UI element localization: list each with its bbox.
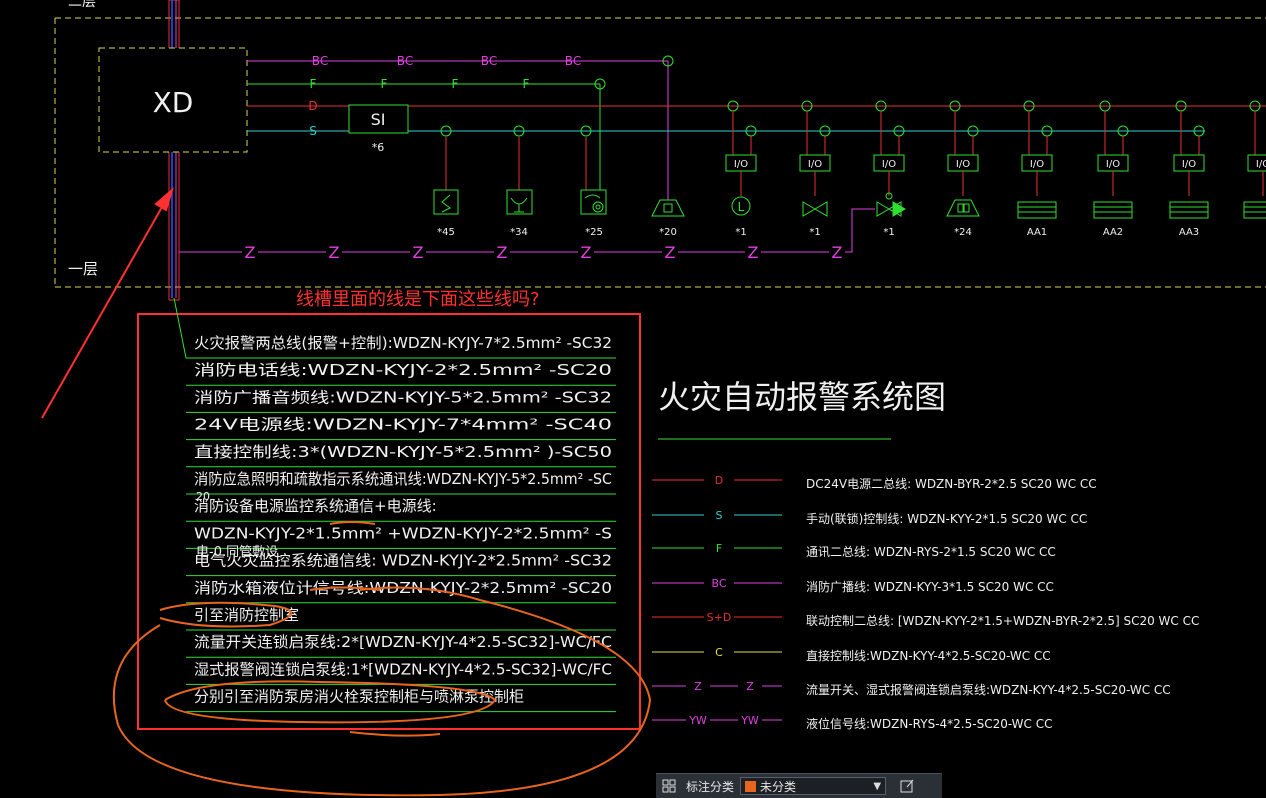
svg-text:Z: Z xyxy=(413,243,424,262)
cad-drawing-canvas[interactable]: 二层 一层 XD BC BC BC BC F F F F D S SI *6 I… xyxy=(0,0,1266,797)
cable-list-item: 24V电源线:WDZN-KYJY-7*4mm² -SC40 xyxy=(194,416,612,434)
svg-text:S: S xyxy=(309,124,317,138)
svg-text:F: F xyxy=(716,542,722,555)
floor-label: 一层 xyxy=(68,260,98,278)
overlap-fragment-a: 20 xyxy=(196,490,210,503)
svg-text:YW: YW xyxy=(740,714,759,727)
legend-text: 手动(联锁)控制线: WDZN-KYY-2*1.5 SC20 WC CC xyxy=(806,511,1087,526)
device-count: *34 xyxy=(510,227,528,238)
device-count: AA3 xyxy=(1179,227,1199,238)
floor-label-top: 二层 xyxy=(68,0,96,10)
svg-text:BC: BC xyxy=(565,54,581,68)
svg-text:D: D xyxy=(308,99,317,113)
io-module-label: I/O xyxy=(956,159,970,170)
system-title: 火灾自动报警系统图 xyxy=(658,378,946,416)
legend-text: 通讯二总线: WDZN-RYS-2*1.5 SC20 WC CC xyxy=(806,545,1056,559)
io-module-label: I/O xyxy=(1030,159,1044,170)
overlap-fragment-b: 电-0.同管敷设 xyxy=(196,545,278,560)
device-count: AA1 xyxy=(1027,227,1047,238)
cable-list-item: 流量开关连锁启泵线:2*[WDZN-KYJY-4*2.5-SC32]-WC/FC xyxy=(194,633,612,651)
xd-box[interactable]: XD xyxy=(98,47,248,153)
svg-text:F: F xyxy=(452,77,459,91)
svg-text:YW: YW xyxy=(688,714,707,727)
cable-list-item: 分别引至消防泵房消火栓泵控制柜与喷淋泵控制柜 xyxy=(194,688,524,706)
svg-text:Z: Z xyxy=(748,243,759,262)
device-count: *1 xyxy=(809,227,820,238)
legend-text: DC24V电源二总线: WDZN-BYR-2*2.5 SC20 WC CC xyxy=(806,477,1097,491)
legend-text: 消防广播线: WDZN-KYY-3*1.5 SC20 WC CC xyxy=(806,579,1054,594)
cable-list-item: 消防设备电源监控系统通信+电源线: xyxy=(194,497,437,515)
category-select-value: 未分类 xyxy=(760,779,797,794)
legend-text: 直接控制线:WDZN-KYY-4*2.5-SC20-WC CC xyxy=(806,648,1051,663)
io-module-label: I/O xyxy=(1256,159,1266,170)
cable-list-item: 消防应急照明和疏散指示系统通讯线:WDZN-KYJY-5*2.5mm² -SC xyxy=(194,470,612,488)
device-count: *24 xyxy=(954,227,972,238)
svg-text:Z: Z xyxy=(746,680,754,693)
cable-list-item: 消防广播音频线:WDZN-KYJY-5*2.5mm² -SC32 xyxy=(194,388,612,406)
svg-text:F: F xyxy=(523,77,530,91)
svg-text:Z: Z xyxy=(581,243,592,262)
device-count: *25 xyxy=(585,227,603,238)
edit-icon[interactable] xyxy=(896,776,918,796)
svg-text:*6: *6 xyxy=(372,141,385,154)
svg-text:S+D: S+D xyxy=(707,611,732,624)
legend-text: 流量开关、湿式报警阀连锁启泵线:WDZN-KYY-4*2.5-SC20-WC C… xyxy=(806,682,1171,697)
cable-list-item: 直接控制线:3*(WDZN-KYJY-5*2.5mm² )-SC50 xyxy=(194,443,612,461)
svg-text:S: S xyxy=(716,509,723,522)
cable-list-item: 消防电话线:WDZN-KYJY-2*2.5mm² -SC20 xyxy=(194,361,612,379)
chevron-down-icon: ▼ xyxy=(873,780,882,792)
device-count: *45 xyxy=(437,227,455,238)
io-module-label: I/O xyxy=(734,159,748,170)
svg-text:F: F xyxy=(310,77,317,91)
xd-label: XD xyxy=(153,86,194,119)
cable-list-item: 火灾报警两总线(报警+控制):WDZN-KYJY-7*2.5mm² -SC32 xyxy=(194,334,612,352)
cable-list-item: 湿式报警阀连锁启泵线:1*[WDZN-KYJY-4*2.5-SC32]-WC/F… xyxy=(194,660,612,678)
svg-text:Z: Z xyxy=(832,243,843,262)
svg-text:BC: BC xyxy=(481,54,497,68)
cable-list-item: WDZN-KYJY-2*1.5mm² +WDZN-KYJY-2*2.5mm² -… xyxy=(194,524,612,542)
device-count: *1 xyxy=(883,227,894,238)
svg-text:F: F xyxy=(381,77,388,91)
svg-text:BC: BC xyxy=(312,54,328,68)
svg-text:C: C xyxy=(715,646,723,659)
svg-text:D: D xyxy=(715,474,723,487)
io-module-label: I/O xyxy=(882,159,896,170)
device-count: *1 xyxy=(735,227,746,238)
color-swatch xyxy=(745,780,757,792)
svg-text:L: L xyxy=(738,200,745,214)
svg-text:Z: Z xyxy=(665,243,676,262)
toolbar-label: 标注分类 xyxy=(686,779,735,794)
svg-text:Z: Z xyxy=(329,243,340,262)
svg-text:BC: BC xyxy=(711,577,726,590)
category-select[interactable]: 未分类 ▼ xyxy=(740,777,887,795)
grid-icon[interactable] xyxy=(656,775,682,797)
annotation-toolbar: 标注分类 未分类 ▼ xyxy=(656,773,942,798)
device-count: AA2 xyxy=(1103,227,1123,238)
svg-text:Z: Z xyxy=(694,680,702,693)
io-module-label: I/O xyxy=(1106,159,1120,170)
svg-text:Z: Z xyxy=(497,243,508,262)
legend-text: 联动控制二总线: [WDZN-KYY-2*1.5+WDZN-BYR-2*2.5]… xyxy=(806,614,1199,628)
question-annotation: 线槽里面的线是下面这些线吗? xyxy=(296,289,540,310)
svg-text:BC: BC xyxy=(397,54,413,68)
device-count: *20 xyxy=(659,227,677,238)
io-module-label: I/O xyxy=(1182,159,1196,170)
svg-text:SI: SI xyxy=(371,110,386,129)
svg-text:Z: Z xyxy=(245,243,256,262)
io-module-label: I/O xyxy=(808,159,822,170)
legend-text: 液位信号线:WDZN-RYS-4*2.5-SC20-WC CC xyxy=(806,716,1053,731)
